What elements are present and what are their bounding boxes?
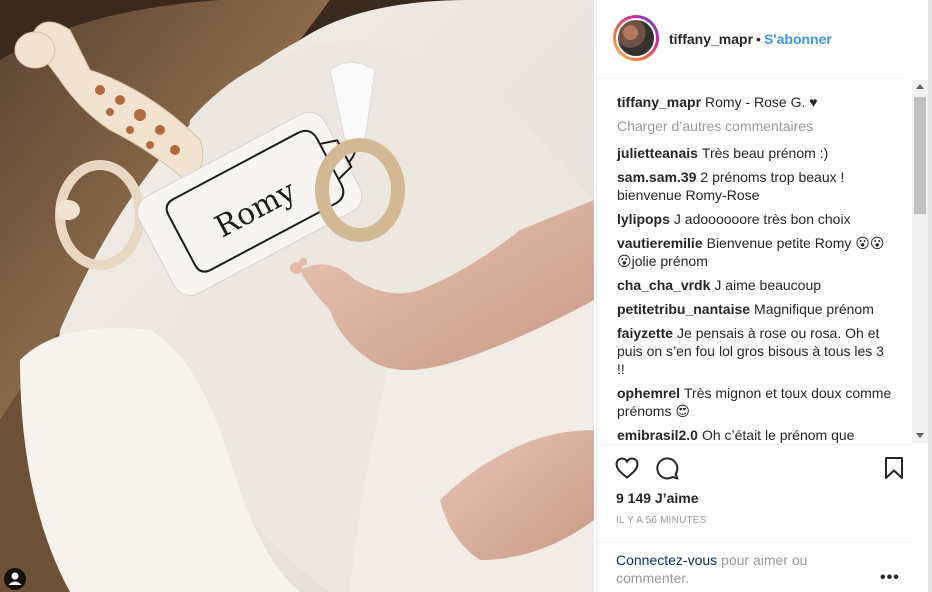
post-author-username[interactable]: tiffany_mapr — [669, 31, 753, 47]
comment-username[interactable]: petitetribu_nantaise — [617, 301, 750, 317]
comment-item: juliettеanais Très beau prénom :) — [617, 144, 893, 162]
post-photo[interactable]: Romy — [0, 0, 594, 592]
comment-username[interactable]: emibrasil2.0 — [617, 427, 698, 443]
comment-item: vautieremilie Bienvenue petite Romy 😮😮 😮j… — [617, 234, 893, 270]
comment-item: petitetribu_nantaise Magnifique prénom — [617, 300, 893, 318]
comment-username[interactable]: lylipops — [617, 211, 670, 227]
comment-item: faiyzette Je pensais à rose ou rosa. Oh e… — [617, 324, 893, 378]
avatar[interactable] — [613, 15, 659, 61]
follow-button[interactable]: S'abonner — [764, 31, 832, 47]
comment-item: sam.sam.39 2 prénoms trop beaux ! bienven… — [617, 168, 893, 204]
comment-text: Oh c’était le prénom que — [701, 427, 855, 443]
comment-text: J adoooooore très bon choix — [673, 211, 851, 227]
login-link[interactable]: Connectez-vous — [616, 552, 717, 568]
comment-text: J aime beaucoup — [714, 277, 822, 293]
scrollbar-thumb[interactable] — [914, 97, 926, 214]
comment-item: lylipops J adoooooore très bon choix — [617, 210, 893, 228]
window-edge — [928, 0, 932, 592]
user-tag-icon[interactable] — [4, 568, 26, 590]
comment-text: Très beau prénom :) — [701, 145, 829, 161]
comments-list: tiffany_mapr Romy - Rose G. ♥ Charger d’a… — [597, 80, 913, 443]
comment-item: emibrasil2.0 Oh c’était le prénom que — [617, 426, 893, 443]
comment-icon[interactable] — [654, 456, 680, 480]
likes-count[interactable]: 9 149 J’aime — [616, 490, 699, 506]
comment-username[interactable]: sam.sam.39 — [617, 169, 696, 185]
caption: tiffany_mapr Romy - Rose G. ♥ — [617, 93, 893, 111]
scroll-up-arrow-icon[interactable] — [916, 84, 924, 89]
photo-image: Romy — [0, 0, 594, 592]
load-more-comments-button[interactable]: Charger d’autres commentaires — [617, 118, 813, 134]
caption-username[interactable]: tiffany_mapr — [617, 94, 701, 110]
post-timestamp[interactable]: Il y a 56 minutes — [616, 515, 706, 526]
post-actions: 9 149 J’aime Il y a 56 minutes Connectez… — [596, 444, 912, 586]
comment-username[interactable]: juliettеanais — [617, 145, 698, 161]
comment-text: Magnifique prénom — [754, 301, 874, 317]
comments-scrollbar[interactable] — [912, 80, 928, 443]
caption-text: Romy - Rose G. ♥ — [705, 94, 818, 110]
more-options-button[interactable]: ••• — [880, 569, 900, 587]
comment-username[interactable]: ophemrel — [617, 385, 680, 401]
login-prompt: Connectez-vous pour aimer ou commenter. … — [596, 542, 912, 586]
comment-item: cha_cha_vrdk J aime beaucoup — [617, 276, 893, 294]
comment-username[interactable]: faiyzette — [617, 325, 673, 341]
header-separator: • — [756, 31, 761, 47]
bookmark-icon[interactable] — [883, 456, 905, 480]
heart-icon[interactable] — [614, 456, 640, 480]
comment-username[interactable]: cha_cha_vrdk — [617, 277, 710, 293]
scroll-down-arrow-icon[interactable] — [916, 433, 924, 438]
comment-item: ophemrel Très mignon et toux doux comme p… — [617, 384, 893, 420]
comment-username[interactable]: vautieremilie — [617, 235, 703, 251]
post-header: tiffany_mapr • S'abonner — [597, 0, 905, 79]
